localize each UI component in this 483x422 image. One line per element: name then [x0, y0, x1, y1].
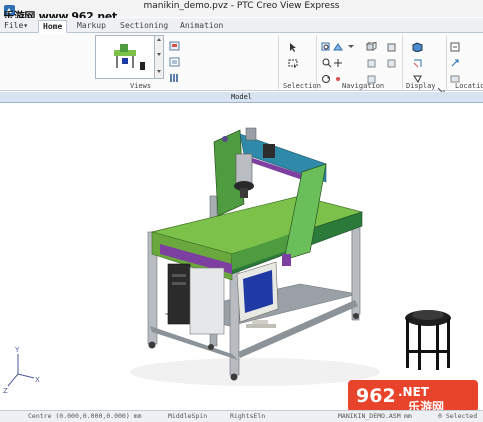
app-window: manikin_demo.pvz - PTC Creo View Express…	[0, 0, 483, 422]
group-label-display: Display	[406, 82, 436, 90]
side-view-icon[interactable]	[386, 53, 397, 68]
group-label-navigation: Navigation	[342, 82, 385, 90]
wireframe-icon[interactable]	[412, 53, 423, 68]
view-manager-icon[interactable]	[169, 68, 180, 82]
zoom-in-icon[interactable]	[321, 53, 332, 68]
front-view-icon[interactable]	[366, 69, 377, 84]
pan-icon[interactable]	[333, 53, 344, 67]
group-separator	[446, 35, 447, 89]
axis-triad	[7, 354, 35, 387]
shaded-icon[interactable]	[412, 37, 423, 53]
watermark-brand: 962	[356, 385, 396, 407]
zoom-window-icon[interactable]	[321, 37, 332, 51]
status-units: mm	[404, 412, 412, 420]
view-thumbnail[interactable]	[95, 35, 155, 79]
rotate-icon[interactable]	[321, 69, 332, 83]
group-separator	[316, 35, 317, 89]
tab-home[interactable]: Home	[38, 20, 68, 33]
model-pane-title: Model	[230, 93, 253, 101]
fit-dropdown-icon[interactable]	[346, 37, 357, 48]
tab-animation[interactable]: Animation	[176, 20, 227, 33]
group-separator	[278, 35, 279, 89]
move-icon[interactable]	[450, 53, 461, 67]
pc-tower	[167, 263, 225, 335]
status-spin-center: Centre (0.000,0.000,0.000) mm	[28, 412, 142, 420]
tab-file[interactable]: File▾	[0, 20, 32, 33]
select-by-area-icon[interactable]	[288, 53, 299, 68]
display-options-launcher-icon[interactable]	[437, 80, 445, 95]
group-label-location: Location	[455, 82, 483, 90]
display-style-icon[interactable]	[412, 69, 423, 83]
tab-sectioning[interactable]: Sectioning	[116, 20, 172, 33]
chevron-down-icon: ▾	[23, 21, 29, 30]
axis-label-y: Y	[14, 346, 20, 354]
orient-icon[interactable]	[333, 37, 344, 51]
top-view-icon[interactable]	[366, 53, 377, 68]
status-model-name: MANIKIN_DEMO.ASM	[338, 412, 401, 420]
view-list-icon[interactable]	[169, 52, 180, 67]
ribbon: Views Selection Navigation Display Locat…	[0, 33, 483, 95]
status-selected-count: 0 Selected	[438, 412, 478, 420]
select-pointer-icon[interactable]	[288, 37, 299, 52]
axis-label-z: Z	[3, 387, 8, 395]
3d-viewport[interactable]: Y X Z	[0, 104, 483, 410]
location-list-icon[interactable]	[450, 69, 461, 83]
save-view-icon[interactable]	[169, 36, 180, 51]
status-middle-mouse: MiddleSpin	[168, 412, 208, 420]
status-bar: Centre (0.000,0.000,0.000) mm MiddleSpin…	[0, 410, 483, 422]
group-separator	[402, 35, 403, 89]
status-right-mouse: RightsEln	[230, 412, 266, 420]
spin-center-icon[interactable]	[333, 69, 344, 81]
model-scene: Y X Z	[3, 127, 451, 395]
location-icon[interactable]	[450, 37, 461, 52]
tab-markup[interactable]: Markup	[73, 20, 110, 33]
view-gallery-scrollbar[interactable]	[155, 35, 164, 79]
ribbon-tabs: File▾ Home Markup Sectioning Animation	[0, 18, 483, 33]
model-pane-header: Model	[0, 92, 483, 103]
view-cube-icon[interactable]	[365, 37, 378, 51]
watermark-suffix: .NET	[398, 385, 430, 399]
group-label-views: Views	[130, 82, 152, 90]
reset-view-icon[interactable]	[386, 37, 397, 52]
axis-label-x: X	[35, 376, 40, 384]
stool	[405, 310, 451, 370]
tab-file-label: File	[4, 21, 24, 30]
